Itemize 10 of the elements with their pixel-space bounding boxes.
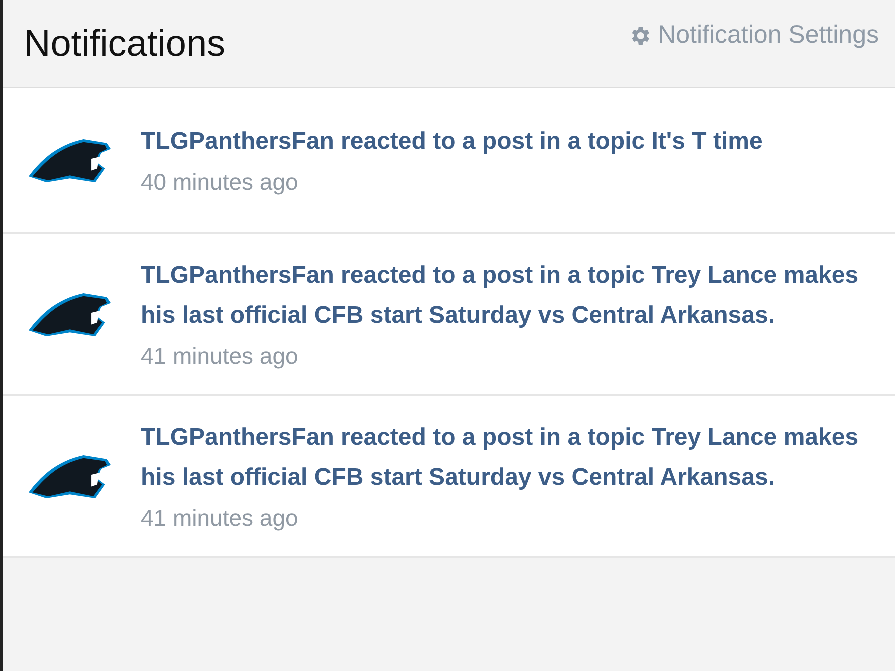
notification-item[interactable]: TLGPanthersFan reacted to a post in a topic Trey Lance makes his last official CFB start Saturday vs Central Arkansas. 41 minutes ago [3,396,895,558]
page-title: Notifications [24,22,226,64]
notification-time: 41 minutes ago [141,342,300,371]
notification-text[interactable]: TLGPanthersFan reacted to a post in a topic Trey Lance makes his last official CFB start Saturday vs Central Arkansas. [141,256,885,336]
notification-item[interactable]: TLGPanthersFan reacted to a post in a topic It's T time 40 minutes ago [3,88,895,234]
notification-time: 41 minutes ago [141,504,300,533]
notification-text[interactable]: TLGPanthersFan reacted to a post in a topic It's T time [141,122,763,162]
notification-time: 40 minutes ago [141,168,300,197]
notification-item[interactable]: TLGPanthersFan reacted to a post in a topic Trey Lance makes his last official CFB start Saturday vs Central Arkansas. 41 minutes ago [3,234,895,396]
notification-text[interactable]: TLGPanthersFan reacted to a post in a topic Trey Lance makes his last official CFB start Saturday vs Central Arkansas. [141,418,885,498]
